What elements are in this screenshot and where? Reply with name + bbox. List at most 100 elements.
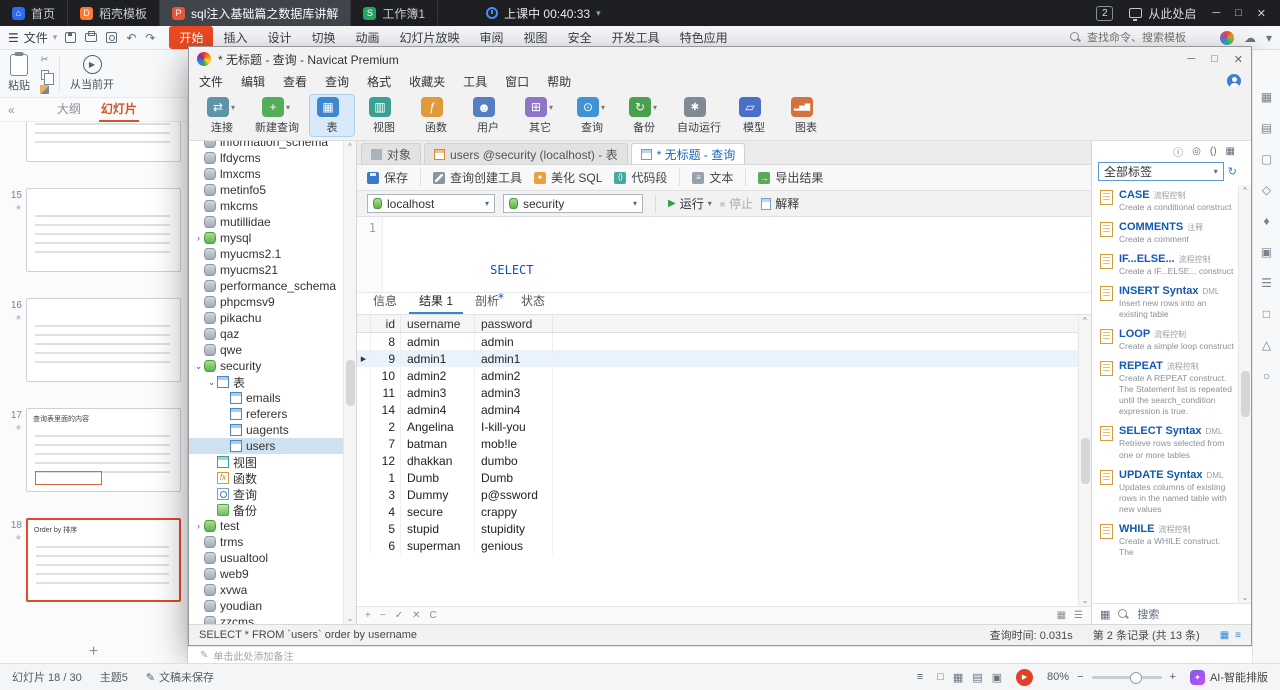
tree-item[interactable]: 查询 [189,486,343,502]
tree-expander-icon[interactable]: ⌄ [206,377,217,388]
tree-item[interactable]: ⌄ security [189,358,343,374]
scrollbar-thumb[interactable] [345,359,355,406]
grid-view-icon[interactable]: ☰ [1074,610,1083,621]
stop-button[interactable]: ■ 停止 [720,195,753,212]
search-icon[interactable] [1118,608,1129,620]
record-edit-icon[interactable]: − [380,610,386,621]
cell-id[interactable]: 6 [371,537,401,554]
result-row[interactable]: 11 admin3 admin3 [357,384,1091,401]
print-icon[interactable] [85,31,98,42]
view-mode-icon[interactable]: ▦ [953,671,963,684]
tree-item[interactable]: web9 [189,566,343,582]
cloud-sync-icon[interactable]: ☁ [1244,31,1256,45]
cell-username[interactable]: admin3 [401,384,475,401]
tree-item[interactable]: › test [189,518,343,534]
user-avatar-icon[interactable] [1227,74,1241,88]
slide-thumbnail[interactable] [26,122,181,162]
cell-id[interactable]: 2 [371,418,401,435]
database-select[interactable]: security ▾ [503,194,643,213]
result-row[interactable]: 4 secure crappy [357,503,1091,520]
tree-item[interactable]: 视图 [189,454,343,470]
toolbar-button[interactable]: ▾ 新建查询 [251,94,303,137]
cell-password[interactable]: admin [475,333,553,350]
snippet-item[interactable]: INSERT Syntax DML Insert new rows into a… [1100,285,1235,320]
tree-item[interactable]: trms [189,534,343,550]
cell-username[interactable]: stupid [401,520,475,537]
zoom-slider[interactable] [1091,671,1162,684]
tab-outline[interactable]: 大纲 [55,97,83,122]
navicat-titlebar[interactable]: * 无标题 - 查询 - Navicat Premium ─ □ ✕ [189,47,1251,71]
document-tab[interactable]: 工作簿1 [351,0,439,26]
cell-password[interactable]: admin2 [475,367,553,384]
menu-item[interactable]: 文件 [199,73,223,90]
result-row[interactable]: 12 dhakkan dumbo [357,452,1091,469]
toolbar-button[interactable]: ▾ 用户 [465,94,511,137]
menu-item[interactable]: 查看 [283,73,307,90]
snippet-item[interactable]: REPEAT 流程控制 Create A REPEAT construct. T… [1100,360,1235,417]
tree-item[interactable]: uagents [189,422,343,438]
maximize-button[interactable]: □ [1211,53,1218,66]
window-count-badge[interactable]: 2 [1096,5,1114,21]
cell-password[interactable]: mob!le [475,435,553,452]
result-row[interactable]: 10 admin2 admin2 [357,367,1091,384]
tree-expander-icon[interactable]: › [193,233,204,243]
sidebar-tool-icon[interactable]: ▢ [1261,152,1272,166]
cell-id[interactable]: 8 [371,333,401,350]
cell-id[interactable]: 10 [371,367,401,384]
tree-item[interactable]: qwe [189,342,343,358]
sidebar-tool-icon[interactable]: △ [1262,338,1271,352]
redo-icon[interactable]: ↷ [145,31,155,45]
tree-item[interactable]: metinfo5 [189,182,343,198]
toolbar-button[interactable]: ▾ 备份 [621,94,667,137]
snippet-scrollbar[interactable]: ^ ⌄ [1238,185,1251,603]
view-mode-icon[interactable]: □ [937,671,944,684]
snippet-item[interactable]: IF...ELSE... 流程控制 Create a IF...ELSE... … [1100,253,1235,277]
pinwheel-icon[interactable] [1219,30,1234,45]
result-row[interactable]: 14 admin4 admin4 [357,401,1091,418]
tree-item[interactable]: zzcms [189,614,343,624]
slide-item[interactable]: 18 ★ Order by 排序 [4,518,181,602]
toolbar-button[interactable]: ▾ 视图 [361,94,407,137]
tree-item[interactable]: information_schema [189,141,343,150]
tree-expander-icon[interactable]: › [193,521,204,531]
cell-id[interactable]: 7 [371,435,401,452]
tab-slides[interactable]: 幻灯片 [98,97,139,122]
cell-username[interactable]: superman [401,537,475,554]
toolbar-button[interactable]: ▾ 连接 [199,94,245,137]
sql-editor[interactable]: 1 SELECT * FROM `users` order by usernam… [357,217,1091,361]
minimize-button[interactable]: ─ [1187,53,1195,66]
menu-item[interactable]: 编辑 [241,73,265,90]
cell-username[interactable]: admin [401,333,475,350]
sidebar-tool-icon[interactable]: □ [1263,307,1270,321]
cell-username[interactable]: Dummy [401,486,475,503]
minimize-button[interactable]: ─ [1212,7,1220,20]
menu-item[interactable]: 帮助 [547,73,571,90]
cell-id[interactable]: 5 [371,520,401,537]
cell-username[interactable]: batman [401,435,475,452]
toolbar-button[interactable]: ▾ 函数 [413,94,459,137]
save-status[interactable]: ✎ 文稿未保存 [146,669,214,685]
grid-view-icon[interactable]: ▦ [1220,630,1229,641]
tree-item[interactable]: qaz [189,326,343,342]
result-tab[interactable]: 信息 [363,290,407,314]
sidebar-tool-icon[interactable]: ☰ [1261,276,1272,290]
sidebar-tool-icon[interactable]: ◇ [1262,183,1271,197]
notes-toggle-icon[interactable]: ≡ [917,671,923,683]
toolbar-button[interactable]: ▾ 自动运行 [673,94,725,137]
document-tab[interactable]: users @security (localhost) - 表 [424,143,628,164]
sql-code-line[interactable]: SELECT * FROM `users` order by username [383,217,678,361]
tree-item[interactable]: lfdycms [189,150,343,166]
cell-username[interactable]: secure [401,503,475,520]
toolbar-button[interactable]: ▾ 查询 [569,94,615,137]
cell-id[interactable]: 14 [371,401,401,418]
snippet-item[interactable]: WHILE 流程控制 Create a WHILE construct. The [1100,523,1235,558]
tree-item[interactable]: myucms21 [189,262,343,278]
grid-scrollbar[interactable]: ^ ⌄ [1078,315,1091,606]
tree-item[interactable]: performance_schema [189,278,343,294]
snippet-item[interactable]: COMMENTS 注释 Create a comment [1100,221,1235,245]
grid-icon[interactable]: ▦ [1100,608,1110,621]
tree-item[interactable]: lmxcms [189,166,343,182]
sidebar-tool-icon[interactable]: ▤ [1261,121,1272,135]
cell-username[interactable]: admin2 [401,367,475,384]
play-from-current-button[interactable]: ▶ 从当前开 [70,55,114,92]
